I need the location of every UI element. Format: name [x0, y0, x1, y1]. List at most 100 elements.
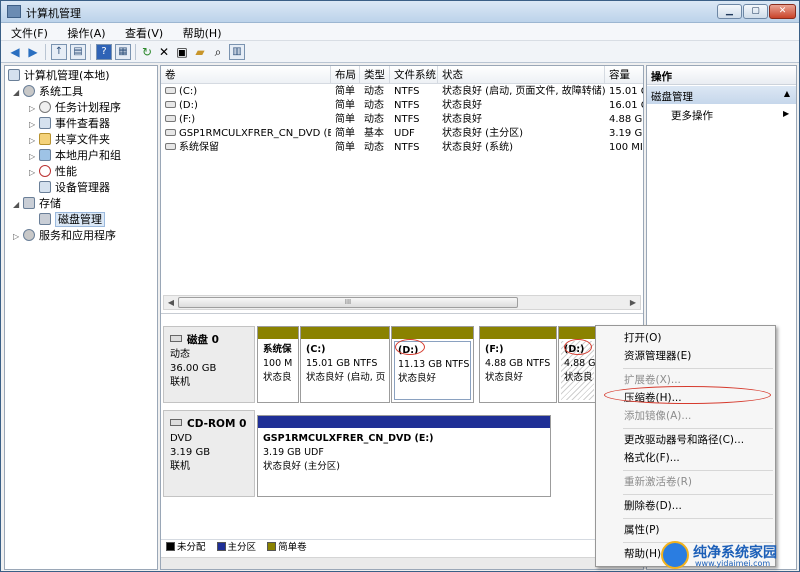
performance-icon: [39, 165, 51, 177]
refresh-icon[interactable]: ↻: [139, 44, 155, 60]
forward-arrow-icon[interactable]: ▶: [25, 44, 41, 60]
collapsed-triangle-icon[interactable]: ▷: [29, 133, 39, 149]
tree-item-system-tools[interactable]: ◢ 系统工具: [13, 84, 83, 100]
partition-status: 状态良好 (主分区): [263, 461, 340, 472]
cdrom-icon: [170, 419, 182, 426]
layout-cell: 简单: [335, 142, 355, 153]
column-header-capacity[interactable]: 容量: [605, 66, 643, 84]
collapsed-triangle-icon[interactable]: ▷: [29, 117, 39, 133]
tree-item-root[interactable]: 计算机管理(本地): [8, 68, 110, 84]
simple-volume-bar: [301, 327, 389, 339]
partition-d-extended[interactable]: (D:) 4.88 G 状态良: [558, 326, 597, 403]
menu-view[interactable]: 查看(V): [115, 23, 169, 41]
partition-d[interactable]: (D:) 11.13 GB NTFS 状态良好: [391, 326, 474, 403]
menu-action[interactable]: 操作(A): [57, 23, 111, 41]
minimize-button[interactable]: ▁: [717, 4, 742, 19]
table-row[interactable]: (C:) 简单 动态 NTFS 状态良好 (启动, 页面文件, 故障转储) 15…: [161, 85, 643, 99]
tree-item-device-manager[interactable]: 设备管理器: [39, 180, 110, 196]
menu-item-delete-volume[interactable]: 删除卷(D)...: [597, 497, 774, 515]
menu-item-shrink-volume[interactable]: 压缩卷(H)...: [597, 389, 774, 407]
event-log-icon: [39, 117, 51, 129]
legend-primary-partition: 主分区: [216, 542, 257, 553]
column-header-type[interactable]: 类型: [360, 66, 390, 84]
scroll-left-icon[interactable]: ◀: [164, 296, 178, 309]
tree-item-performance[interactable]: ▷ 性能: [29, 164, 77, 180]
close-button[interactable]: ✕: [769, 4, 796, 19]
tree-item-task-scheduler[interactable]: ▷ 任务计划程序: [29, 100, 121, 116]
menu-help[interactable]: 帮助(H): [173, 23, 228, 41]
tree-item-disk-management[interactable]: 磁盘管理: [39, 212, 105, 228]
table-row[interactable]: (D:) 简单 动态 NTFS 状态良好 16.01 C: [161, 99, 643, 113]
partition-size: 4.88 GB NTFS: [485, 358, 551, 369]
column-header-volume[interactable]: 卷: [161, 66, 331, 84]
partition-c[interactable]: (C:) 15.01 GB NTFS 状态良好 (启动, 页: [300, 326, 390, 403]
collapsed-triangle-icon[interactable]: ▷: [29, 101, 39, 117]
partition-system-reserved[interactable]: 系统保 100 M 状态良: [257, 326, 299, 403]
volume-list-header: 卷 布局 类型 文件系统 状态 容量: [161, 66, 643, 84]
open-folder-icon[interactable]: ▰: [192, 44, 208, 60]
disk-view-icon[interactable]: ▥: [229, 44, 245, 60]
partition-f[interactable]: (F:) 4.88 GB NTFS 状态良好: [479, 326, 557, 403]
column-header-filesystem[interactable]: 文件系统: [390, 66, 438, 84]
simple-volume-bar: [559, 327, 596, 339]
tree-item-local-users[interactable]: ▷ 本地用户和组: [29, 148, 121, 164]
collapse-up-icon[interactable]: ▲: [784, 89, 790, 98]
partition-e-dvd[interactable]: GSP1RMCULXFRER_CN_DVD (E:) 3.19 GB UDF 状…: [257, 415, 551, 497]
console-tree: 计算机管理(本地) ◢ 系统工具 ▷ 任务计划程序 ▷ 事件查看器 ▷ 共享文件夹 ▷ 本…: [4, 65, 158, 570]
partition-body: (F:) 4.88 GB NTFS 状态良好: [482, 341, 554, 400]
tree-item-storage[interactable]: ◢ 存储: [13, 196, 61, 212]
window-title: 计算机管理: [26, 7, 81, 20]
menu-item-properties[interactable]: 属性(P): [597, 521, 774, 539]
legend: 未分配 主分区 简单卷: [161, 539, 643, 557]
status-cell: 状态良好: [442, 100, 482, 111]
legend-swatch: [216, 542, 226, 551]
disk-0-label[interactable]: 磁盘 0 动态 36.00 GB 联机: [163, 326, 255, 403]
disk-name: CD-ROM 0: [187, 418, 247, 430]
delete-icon[interactable]: ✕: [156, 44, 172, 60]
menu-item-change-drive-letter[interactable]: 更改驱动器号和路径(C)...: [597, 431, 774, 449]
clock-icon: [39, 101, 51, 113]
menu-item-open[interactable]: 打开(O): [597, 329, 774, 347]
collapsed-triangle-icon[interactable]: ▷: [13, 229, 23, 245]
menu-item-format[interactable]: 格式化(F)...: [597, 449, 774, 467]
collapsed-triangle-icon[interactable]: ▷: [29, 165, 39, 181]
volume-list-horizontal-scrollbar[interactable]: ◀ III ▶: [163, 295, 641, 310]
properties-sheet-icon[interactable]: ▣: [174, 44, 190, 60]
back-arrow-icon[interactable]: ◀: [7, 44, 23, 60]
partition-body: (D:) 4.88 G 状态良: [561, 341, 596, 400]
title-bar[interactable]: 计算机管理 ▁ ▢ ✕: [1, 1, 799, 23]
properties-icon[interactable]: ▦: [115, 44, 131, 60]
partition-name: (C:): [306, 344, 326, 355]
graphic-view-scrollbar[interactable]: [161, 557, 643, 569]
tree-item-shared-folders[interactable]: ▷ 共享文件夹: [29, 132, 110, 148]
table-row[interactable]: GSP1RMCULXFRER_CN_DVD (E:) 简单 基本 UDF 状态良…: [161, 127, 643, 141]
column-header-status[interactable]: 状态: [438, 66, 605, 84]
volume-name: 系统保留: [179, 142, 219, 153]
column-header-layout[interactable]: 布局: [331, 66, 360, 84]
maximize-button[interactable]: ▢: [743, 4, 768, 19]
actions-section-disk-management[interactable]: 磁盘管理 ▲: [647, 86, 796, 104]
tree-item-event-viewer[interactable]: ▷ 事件查看器: [29, 116, 110, 132]
up-folder-icon[interactable]: ↑: [51, 44, 67, 60]
expanded-triangle-icon[interactable]: ◢: [13, 197, 23, 213]
type-cell: 动态: [364, 100, 384, 111]
menu-file[interactable]: 文件(F): [1, 23, 54, 41]
collapsed-triangle-icon[interactable]: ▷: [29, 149, 39, 165]
partition-name: GSP1RMCULXFRER_CN_DVD (E:): [263, 433, 434, 444]
scrollbar-thumb[interactable]: III: [178, 297, 518, 308]
scroll-right-icon[interactable]: ▶: [626, 296, 640, 309]
cdrom-0-label[interactable]: CD-ROM 0 DVD 3.19 GB 联机: [163, 410, 255, 497]
table-row[interactable]: 系统保留 简单 动态 NTFS 状态良好 (系统) 100 MI: [161, 141, 643, 155]
help-icon[interactable]: ?: [96, 44, 112, 60]
menu-item-explorer[interactable]: 资源管理器(E): [597, 347, 774, 365]
expanded-triangle-icon[interactable]: ◢: [13, 85, 23, 101]
console-tree-icon[interactable]: ▤: [70, 44, 86, 60]
search-icon[interactable]: ⌕: [210, 44, 226, 60]
table-row[interactable]: (F:) 简单 动态 NTFS 状态良好 4.88 GB: [161, 113, 643, 127]
tree-item-services[interactable]: ▷ 服务和应用程序: [13, 228, 116, 244]
partition-status: 状态良: [263, 372, 292, 383]
more-actions[interactable]: 更多操作 ▶: [671, 108, 789, 123]
menu-separator: [623, 470, 773, 471]
volume-name-cell: (F:): [161, 113, 331, 127]
legend-label: 主分区: [227, 542, 257, 553]
